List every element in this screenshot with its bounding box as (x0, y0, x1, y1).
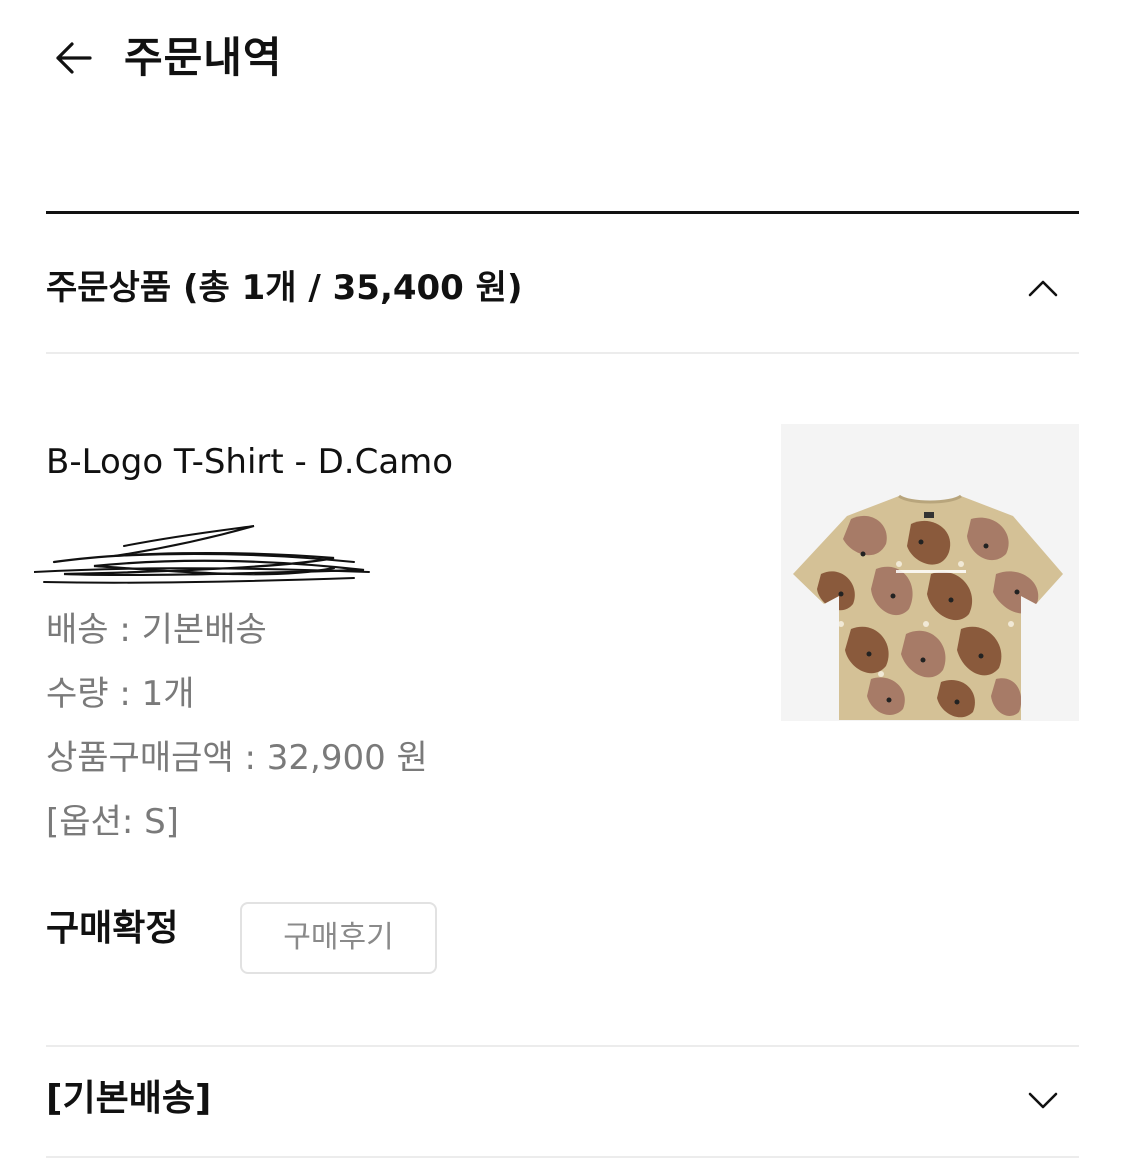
chevron-up-icon[interactable] (1027, 276, 1059, 300)
divider (46, 1156, 1079, 1158)
quantity: 수량 : 1개 (46, 674, 195, 714)
order-items-accordion[interactable]: 주문상품 (총 1개 / 35,400 원) (46, 250, 1079, 330)
camo-tshirt-icon (781, 424, 1079, 721)
order-items-title: 주문상품 (총 1개 / 35,400 원) (46, 268, 523, 308)
product-name[interactable]: B-Logo T-Shirt - D.Camo (46, 438, 453, 486)
shipping-accordion[interactable]: [기본배송] (46, 1060, 1079, 1140)
redaction-scribble (33, 522, 374, 592)
header-bar: 주문내역 (0, 0, 1125, 120)
shipping-method: 배송 : 기본배송 (46, 610, 267, 650)
item-price: 상품구매금액 : 32,900 원 (46, 738, 428, 778)
page-title: 주문내역 (124, 33, 283, 82)
purchase-status: 구매확정 (46, 908, 179, 949)
item-option: [옵션: S] (46, 802, 179, 842)
divider (46, 352, 1079, 354)
shipping-title: [기본배송] (46, 1078, 212, 1119)
chevron-down-icon[interactable] (1027, 1088, 1059, 1112)
product-image[interactable] (781, 424, 1079, 721)
back-arrow-icon[interactable] (52, 38, 96, 78)
divider (46, 1045, 1079, 1047)
divider (46, 211, 1079, 214)
write-review-button[interactable]: 구매후기 (240, 902, 437, 974)
